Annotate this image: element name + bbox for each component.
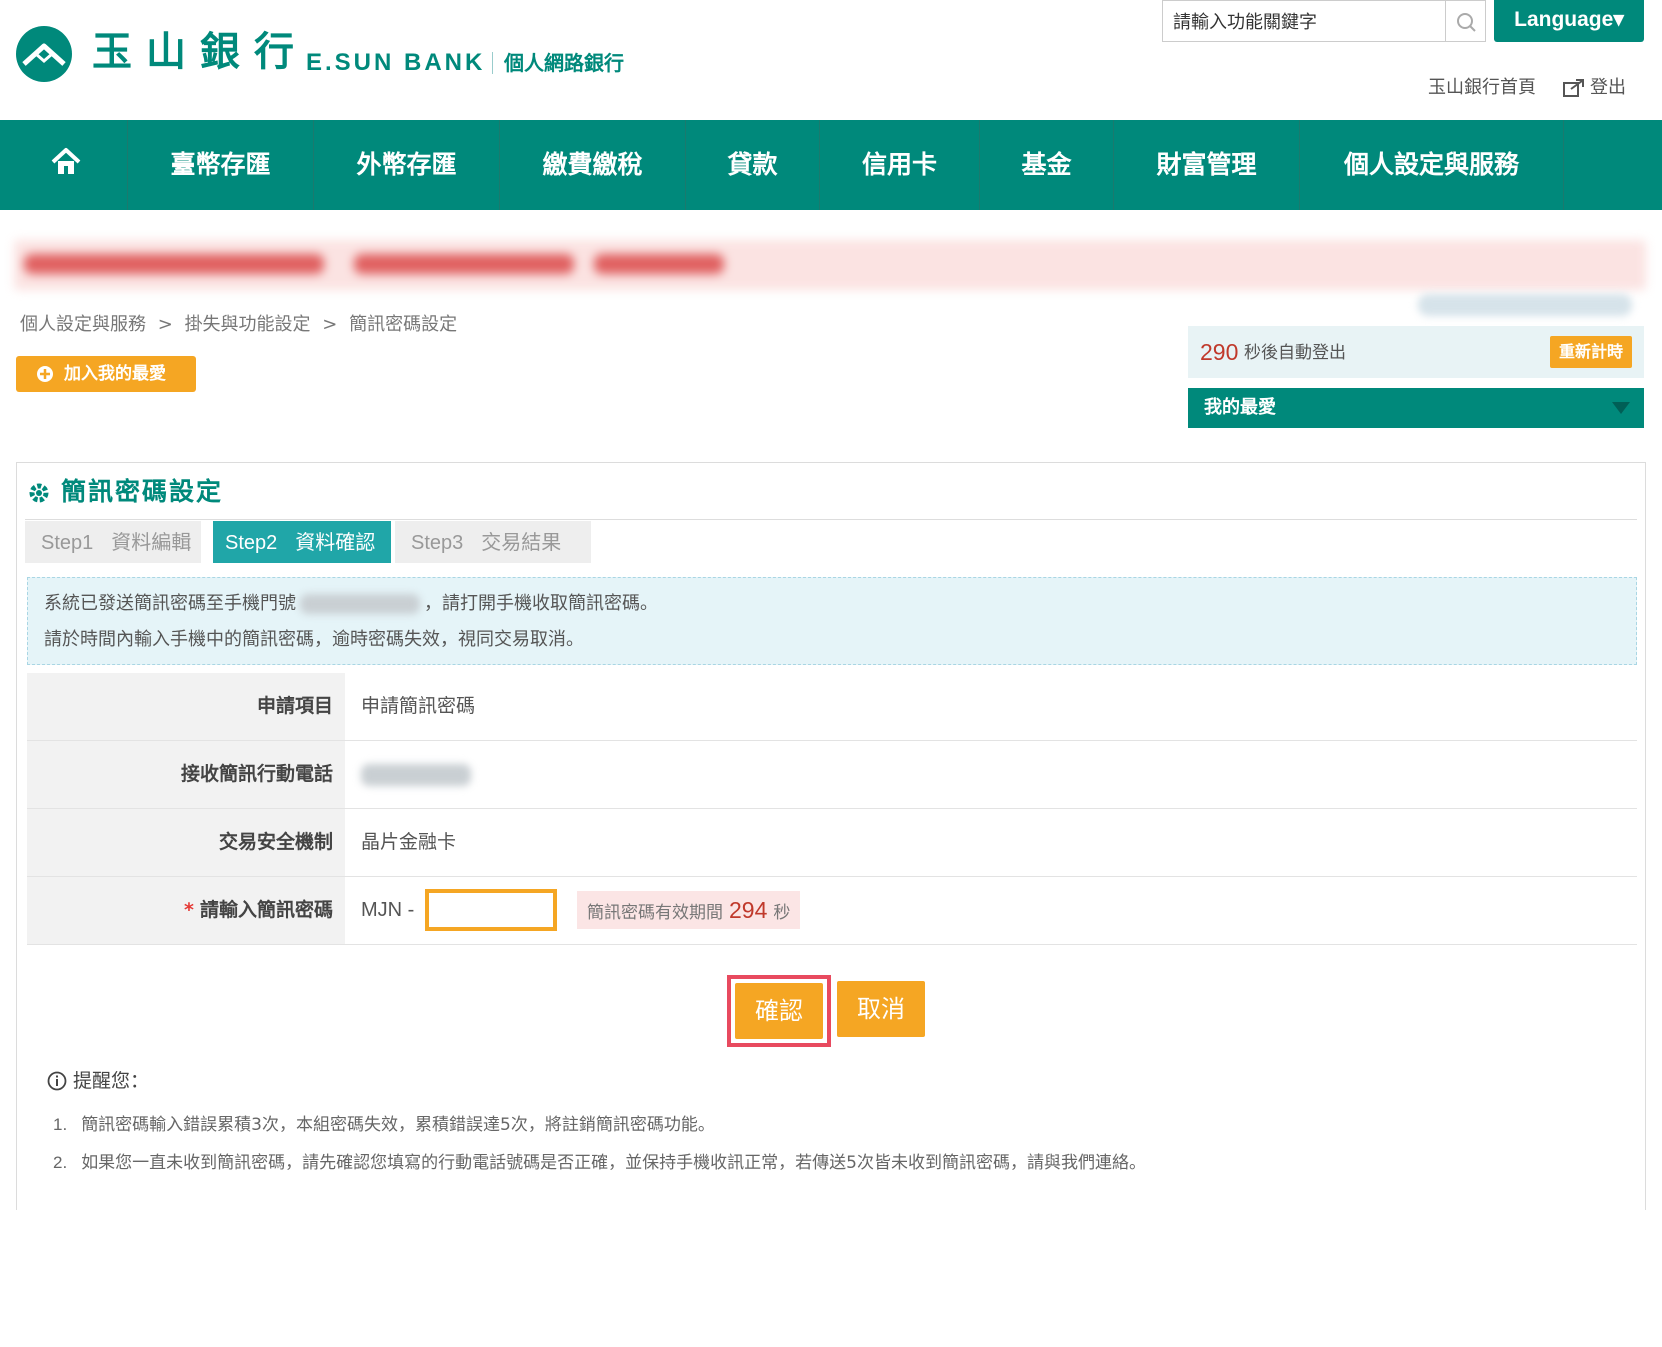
step-label: 資料確認 [295, 530, 376, 554]
header: 玉山銀行 E.SUN BANK 個人網路銀行 Language▾ 玉山銀行首頁 … [0, 0, 1662, 120]
form-row-otp: * 請輸入簡訊密碼 MJN - 簡訊密碼有效期間 294 秒 [27, 877, 1637, 945]
field-value: 申請簡訊密碼 [361, 695, 476, 717]
blurred-notice-banner [14, 240, 1646, 290]
chevron-down-icon [1612, 402, 1630, 414]
reminder-item: 1. 簡訊密碼輸入錯誤累積3次，本組密碼失效，累積錯誤達5次，將註銷簡訊密碼功能。 [53, 1111, 715, 1139]
field-value: 晶片金融卡 [361, 831, 457, 853]
search-icon [1457, 13, 1476, 32]
otp-validity-seconds: 294 [729, 897, 768, 923]
session-timer-text: 秒後自動登出 [1244, 343, 1346, 363]
step-number: Step3 [411, 532, 464, 554]
step-label: 交易結果 [481, 530, 562, 554]
logout-icon[interactable] [1562, 77, 1586, 99]
add-favorite-label: 加入我的最愛 [64, 364, 166, 384]
logo-chinese[interactable]: 玉山銀行 [92, 28, 308, 76]
nav-personal-settings[interactable]: 個人設定與服務 [1300, 120, 1564, 210]
nav-funds[interactable]: 基金 [980, 120, 1114, 210]
form-row-mobile: 接收簡訊行動電話 [27, 741, 1637, 809]
plus-circle-icon [37, 366, 53, 382]
nav-home[interactable] [0, 120, 128, 210]
step-1: Step1 資料編輯 [25, 521, 201, 563]
field-label: 交易安全機制 [27, 809, 345, 876]
breadcrumb-separator: > [157, 314, 173, 335]
reset-timer-button[interactable]: 重新計時 [1550, 336, 1632, 368]
reminder-text: 如果您一直未收到簡訊密碼，請先確認您填寫的行動電話號碼是否正確，並保持手機收訊正… [81, 1153, 1147, 1173]
step-number: Step2 [225, 532, 278, 554]
otp-validity-badge: 簡訊密碼有效期間 294 秒 [577, 891, 801, 929]
session-seconds: 290 [1200, 339, 1239, 365]
breadcrumb-item[interactable]: 掛失與功能設定 [185, 314, 311, 335]
search-input[interactable] [1173, 9, 1423, 35]
otp-validity-unit: 秒 [773, 903, 791, 923]
nav-wealth[interactable]: 財富管理 [1114, 120, 1300, 210]
search-box [1162, 0, 1446, 42]
confirm-highlight: 確認 [727, 975, 831, 1047]
main-nav: 臺幣存匯 外幣存匯 繳費繳稅 貸款 信用卡 基金 財富管理 個人設定與服務 [0, 120, 1662, 210]
masked-phone-number [300, 594, 420, 614]
blurred-login-info [1418, 294, 1632, 316]
breadcrumb-separator: > [322, 314, 338, 335]
step-3: Step3 交易結果 [395, 521, 591, 563]
esun-logo-icon[interactable] [16, 26, 72, 82]
session-timer: 290 秒後自動登出 重新計時 [1188, 326, 1644, 378]
field-label: 申請項目 [27, 673, 345, 740]
form-row-apply-item: 申請項目 申請簡訊密碼 [27, 673, 1637, 741]
breadcrumb: 個人設定與服務 > 掛失與功能設定 > 簡訊密碼設定 [20, 312, 463, 338]
reminder-number: 2. [53, 1153, 68, 1172]
home-icon [51, 148, 81, 174]
nav-credit-card[interactable]: 信用卡 [820, 120, 980, 210]
my-favorites-dropdown[interactable]: 我的最愛 [1188, 388, 1644, 428]
masked-mobile-number [361, 763, 471, 786]
search-button[interactable] [1446, 0, 1486, 42]
my-favorites-label: 我的最愛 [1204, 397, 1276, 418]
field-label-text: 請輸入簡訊密碼 [199, 899, 333, 921]
step-2-active: Step2 資料確認 [213, 521, 495, 563]
confirm-button[interactable]: 確認 [735, 983, 823, 1039]
info-message: 系統已發送簡訊密碼至手機門號 ，請打開手機收取簡訊密碼。 請於時間內輸入手機中的簡… [27, 577, 1637, 665]
language-button[interactable]: Language▾ [1494, 0, 1644, 42]
sms-password-panel: 簡訊密碼設定 Step1 資料編輯 Step2 資料確認 Step3 交易結果 系統已… [16, 462, 1646, 1210]
otp-input[interactable] [425, 889, 557, 931]
otp-prefix: MJN - [361, 899, 415, 921]
logout-link[interactable]: 登出 [1590, 76, 1626, 100]
field-label: 接收簡訊行動電話 [27, 741, 345, 808]
title-divider [25, 519, 1637, 520]
bank-home-link[interactable]: 玉山銀行首頁 [1428, 76, 1536, 100]
otp-validity-text: 簡訊密碼有效期間 [587, 903, 723, 923]
nav-twd-deposit[interactable]: 臺幣存匯 [128, 120, 314, 210]
step-number: Step1 [41, 532, 94, 554]
info-line-1: 系統已發送簡訊密碼至手機門號 ，請打開手機收取簡訊密碼。 [44, 588, 658, 620]
field-label: * 請輸入簡訊密碼 [27, 877, 345, 944]
logo-english[interactable]: E.SUN BANK [306, 49, 485, 77]
required-mark: * [184, 899, 194, 921]
nav-foreign-deposit[interactable]: 外幣存匯 [314, 120, 500, 210]
info-circle-icon [47, 1071, 67, 1091]
gear-icon [29, 483, 49, 503]
breadcrumb-item[interactable]: 個人設定與服務 [20, 314, 146, 335]
breadcrumb-current: 簡訊密碼設定 [349, 314, 458, 335]
reminder-title: 提醒您： [73, 1070, 150, 1092]
nav-loans[interactable]: 貸款 [686, 120, 820, 210]
cancel-button[interactable]: 取消 [837, 981, 925, 1037]
reminder-number: 1. [53, 1115, 68, 1134]
nav-payments[interactable]: 繳費繳稅 [500, 120, 686, 210]
info-text: 系統已發送簡訊密碼至手機門號 [44, 593, 296, 614]
page-title: 簡訊密碼設定 [61, 477, 224, 506]
logo-divider [492, 52, 493, 74]
step-label: 資料編輯 [111, 530, 192, 554]
form-row-security: 交易安全機制 晶片金融卡 [27, 809, 1637, 877]
info-text: ，請打開手機收取簡訊密碼。 [424, 593, 658, 614]
logo-subtitle: 個人網路銀行 [504, 51, 624, 75]
reminder-item: 2. 如果您一直未收到簡訊密碼，請先確認您填寫的行動電話號碼是否正確，並保持手機收… [53, 1149, 1146, 1177]
reminder-text: 簡訊密碼輸入錯誤累積3次，本組密碼失效，累積錯誤達5次，將註銷簡訊密碼功能。 [81, 1115, 715, 1135]
field-value [361, 741, 471, 808]
add-favorite-button[interactable]: 加入我的最愛 [16, 356, 196, 392]
info-line-2: 請於時間內輸入手機中的簡訊密碼，逾時密碼失效，視同交易取消。 [44, 629, 584, 650]
